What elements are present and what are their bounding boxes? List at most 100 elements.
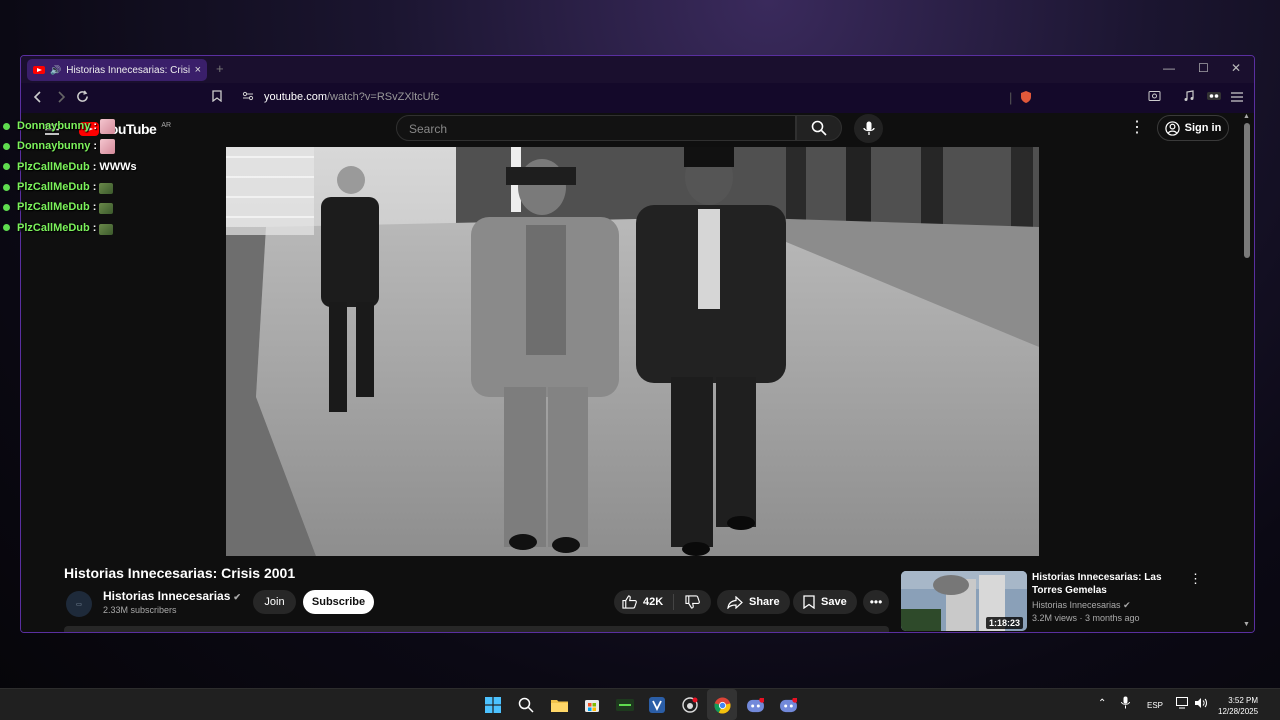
verified-icon: ✔: [233, 592, 241, 602]
terminal-app-icon[interactable]: [616, 696, 634, 714]
address-bar: youtube.com/watch?v=RSvZXltcUfc |: [21, 83, 1254, 113]
logo-country: AR: [161, 121, 172, 129]
tab-title: Historias Innecesarias: Crisis 2001: [66, 64, 189, 76]
recommended-options-icon[interactable]: ⋮: [1189, 571, 1202, 587]
chat-message: PlzCallMeDub : WWWs: [3, 157, 137, 177]
video-duration: 1:18:23: [985, 617, 1023, 629]
recommended-channel-name: Historias Innecesarias: [1032, 600, 1121, 610]
chat-message: PlzCallMeDub :: [3, 177, 137, 197]
tray-chevron-up-icon[interactable]: ⌃: [1098, 698, 1106, 709]
dislike-button[interactable]: [674, 595, 711, 609]
chat-overlay: Donnaybunny : Donnaybunny : PlzCallMeDub…: [3, 116, 137, 238]
search-input[interactable]: Search: [396, 115, 796, 141]
window-close-icon[interactable]: ✕: [1231, 61, 1241, 75]
like-count: 42K: [643, 596, 664, 608]
sign-in-button[interactable]: Sign in: [1157, 115, 1229, 141]
youtube-favicon-icon: [33, 66, 45, 74]
extension-icon[interactable]: [1207, 90, 1221, 105]
scroll-down-icon[interactable]: ▼: [1243, 621, 1250, 628]
more-actions-button[interactable]: •••: [863, 590, 889, 614]
description-box[interactable]: [64, 626, 889, 632]
user-status-icon: [3, 203, 10, 211]
url-field[interactable]: youtube.com/watch?v=RSvZXltcUfc: [264, 91, 439, 103]
save-button[interactable]: Save: [793, 590, 857, 614]
chat-separator: :: [93, 120, 98, 133]
forward-icon[interactable]: [56, 90, 66, 106]
site-settings-icon[interactable]: [242, 90, 254, 105]
recommended-channel[interactable]: Historias Innecesarias ✔: [1032, 600, 1131, 611]
emote-icon: [100, 138, 116, 154]
volume-icon[interactable]: [1194, 697, 1208, 711]
github-icon[interactable]: [681, 696, 699, 714]
channel-name-text: Historias Innecesarias: [103, 589, 231, 603]
tray-microphone-icon[interactable]: [1121, 696, 1130, 711]
discord-icon-second[interactable]: [779, 696, 797, 714]
screenshot-icon[interactable]: [1148, 90, 1161, 105]
recommended-title[interactable]: Historias Innecesarias: Las Torres Gemel…: [1032, 571, 1172, 597]
recommended-thumbnail[interactable]: 1:18:23: [901, 571, 1027, 631]
reload-icon[interactable]: [76, 90, 89, 106]
menu-icon[interactable]: [1231, 90, 1243, 105]
emote-icon: [99, 223, 114, 235]
language-indicator[interactable]: ESP: [1147, 701, 1163, 710]
scroll-thumb[interactable]: [1244, 123, 1250, 258]
youtube-header: YouTube AR Search ⋮ Sign in: [21, 113, 1240, 146]
chat-username: Donnaybunny: [17, 140, 91, 153]
emote-icon: [99, 203, 114, 215]
chat-text: WWWs: [99, 160, 137, 173]
clock-time: 3:52 PM: [1228, 696, 1259, 705]
shield-icon[interactable]: [1019, 90, 1033, 107]
search-icon: [811, 120, 827, 136]
new-tab-button[interactable]: +: [216, 61, 224, 76]
channel-name[interactable]: Historias Innecesarias ✔: [103, 589, 241, 603]
like-button[interactable]: 42K: [614, 594, 674, 610]
maximize-icon[interactable]: ☐: [1198, 61, 1209, 75]
share-button[interactable]: Share: [717, 590, 790, 614]
chat-message: PlzCallMeDub :: [3, 217, 137, 237]
user-status-icon: [3, 224, 10, 232]
share-icon: [727, 595, 743, 609]
youtube-page: YouTube AR Search ⋮ Sign in Historias In…: [21, 113, 1240, 632]
url-host: youtube.com: [264, 91, 327, 103]
voice-search-button[interactable]: [854, 114, 883, 143]
page-scrollbar[interactable]: ▲ ▼: [1240, 113, 1254, 632]
minimize-icon[interactable]: —: [1163, 61, 1175, 75]
bookmark-icon[interactable]: [212, 90, 222, 105]
chat-separator: :: [92, 221, 97, 234]
file-explorer-icon[interactable]: [550, 696, 568, 714]
clock[interactable]: 3:52 PM 12/28/2025: [1218, 695, 1258, 717]
chat-username: PlzCallMeDub: [17, 181, 90, 194]
video-player[interactable]: [226, 147, 1039, 556]
like-dislike-group: 42K: [614, 590, 711, 614]
chat-separator: :: [92, 181, 97, 194]
channel-avatar[interactable]: ▭: [66, 591, 92, 617]
chat-message: Donnaybunny :: [3, 136, 137, 156]
network-icon[interactable]: [1176, 697, 1190, 711]
app-icon-blue[interactable]: [648, 696, 666, 714]
video-info: Historias Innecesarias: Crisis 2001 ▭ Hi…: [21, 556, 1240, 632]
save-bookmark-icon: [803, 595, 815, 609]
user-status-icon: [3, 142, 10, 150]
start-windows-icon[interactable]: [484, 696, 502, 714]
tab-close-icon[interactable]: ×: [195, 64, 201, 76]
store-icon[interactable]: [583, 696, 601, 714]
chat-separator: :: [92, 160, 97, 173]
discord-icon[interactable]: [746, 696, 764, 714]
back-icon[interactable]: [33, 90, 43, 106]
music-icon[interactable]: [1183, 90, 1195, 105]
tab-active[interactable]: 🔊 Historias Innecesarias: Crisis 2001 ×: [27, 59, 207, 81]
speaker-icon[interactable]: 🔊: [50, 65, 61, 76]
scroll-up-icon[interactable]: ▲: [1243, 113, 1250, 120]
search-button[interactable]: [796, 115, 842, 141]
settings-kebab-icon[interactable]: ⋮: [1129, 117, 1145, 137]
chat-username: PlzCallMeDub: [17, 201, 90, 214]
join-button[interactable]: Join: [253, 590, 296, 614]
emote-icon: [100, 118, 116, 134]
clock-date: 12/28/2025: [1218, 707, 1259, 716]
taskbar-search-icon[interactable]: [517, 696, 535, 714]
chat-message: PlzCallMeDub :: [3, 197, 137, 217]
user-status-icon: [3, 183, 10, 191]
user-status-icon: [3, 122, 10, 130]
subscribe-button[interactable]: Subscribe: [303, 590, 374, 614]
chrome-icon[interactable]: [713, 696, 731, 714]
